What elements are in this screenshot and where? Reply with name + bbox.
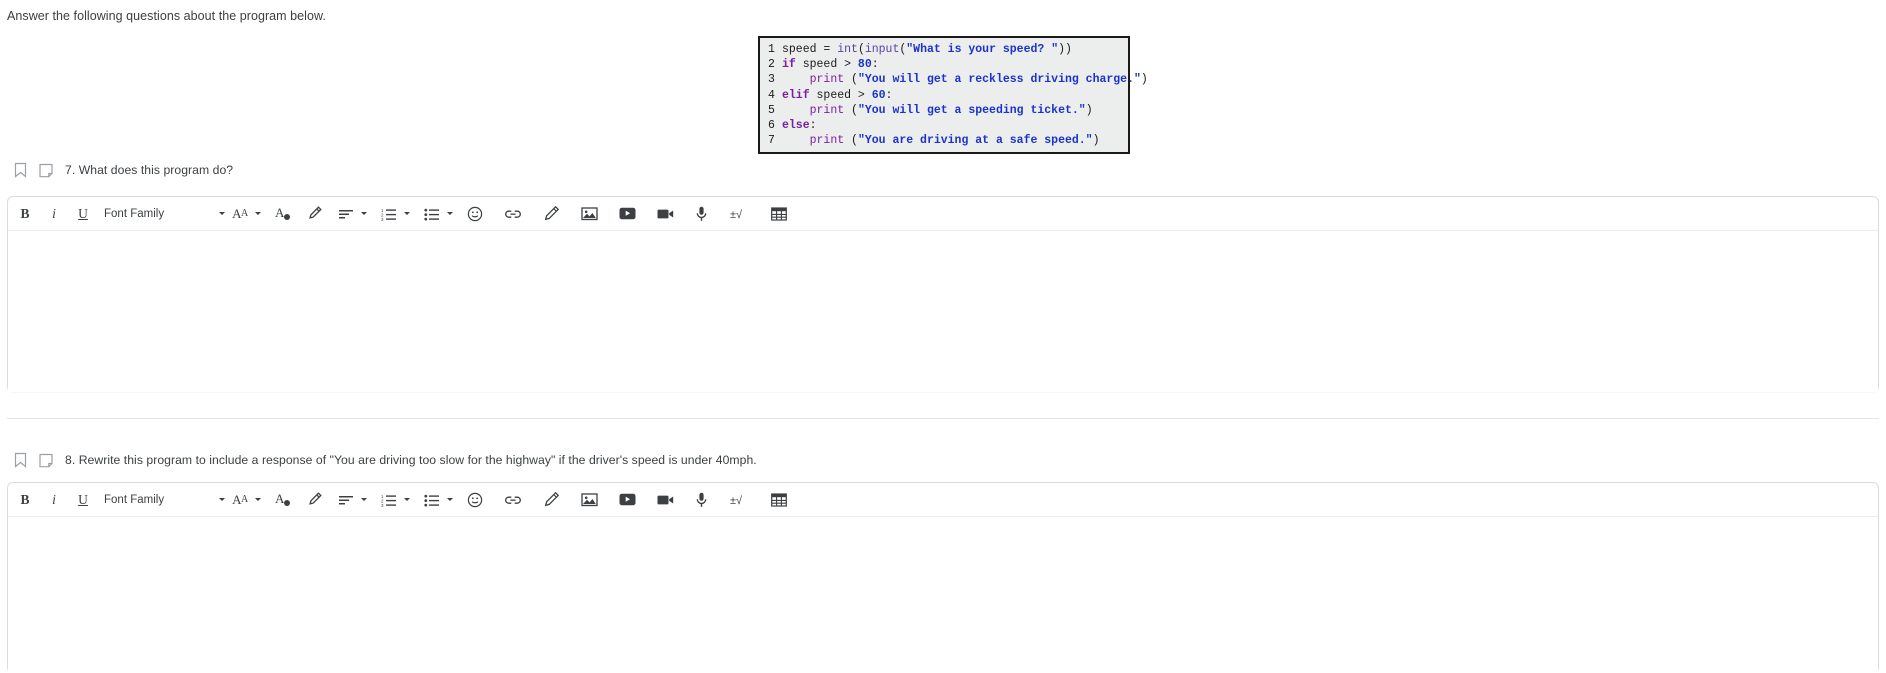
bulleted-list-icon[interactable] — [420, 201, 444, 227]
sticky-note-icon[interactable] — [33, 453, 59, 468]
numbered-list-caret-icon[interactable] — [401, 487, 413, 513]
bold-button[interactable]: B — [14, 201, 36, 227]
italic-button[interactable]: i — [43, 201, 65, 227]
table-icon[interactable] — [767, 201, 791, 227]
bulleted-list-caret-icon[interactable] — [444, 201, 456, 227]
bookmark-icon[interactable] — [7, 162, 33, 178]
font-family-select[interactable]: Font Family — [94, 487, 172, 513]
microphone-icon[interactable] — [691, 487, 713, 513]
bookmark-icon[interactable] — [7, 452, 33, 468]
emoji-icon[interactable] — [463, 487, 487, 513]
code-line-text: elif speed > 60: — [782, 88, 893, 102]
bulleted-list-icon[interactable] — [420, 487, 444, 513]
font-size-increase-caret-icon[interactable] — [252, 201, 264, 227]
numbered-list-icon[interactable]: 123 — [377, 487, 401, 513]
sticky-note-icon[interactable] — [33, 163, 59, 178]
youtube-icon[interactable] — [615, 487, 640, 513]
line-number: 4 — [768, 88, 775, 102]
answer-editor-q7[interactable]: B i U Font Family AA A 1 2 3 ±√ — [7, 196, 1879, 392]
align-icon[interactable] — [334, 201, 358, 227]
font-family-select[interactable]: Font Family — [94, 201, 172, 227]
line-number: 5 — [768, 103, 775, 117]
intro-text: Answer the following questions about the… — [7, 9, 326, 23]
code-line: 5 print ("You will get a speeding ticket… — [760, 103, 1128, 118]
math-equation-icon[interactable]: ±√ — [726, 201, 754, 227]
question-row-7: 7. What does this program do? — [7, 160, 233, 180]
code-line: 7 print ("You are driving at a safe spee… — [760, 133, 1128, 148]
highlight-color-icon[interactable] — [302, 201, 327, 227]
svg-text:±√: ±√ — [730, 209, 743, 221]
align-caret-icon[interactable] — [358, 201, 370, 227]
numbered-list-caret-icon[interactable] — [401, 201, 413, 227]
italic-button[interactable]: i — [43, 487, 65, 513]
code-line: 2 if speed > 80: — [760, 57, 1128, 72]
section-divider — [7, 418, 1879, 419]
code-block: 1 speed = int(input("What is your speed?… — [758, 36, 1148, 155]
question-text: 8. Rewrite this program to include a res… — [65, 453, 757, 467]
highlight-color-icon[interactable] — [302, 487, 327, 513]
line-number: 6 — [768, 119, 775, 133]
answer-editor-q8[interactable]: B i U Font Family AA A 1 2 3 ±√ — [7, 482, 1879, 673]
code-line: 4 elif speed > 60: — [760, 88, 1128, 103]
answer-canvas-q8[interactable] — [8, 517, 1878, 673]
microphone-icon[interactable] — [691, 201, 713, 227]
code-line: 3 print ("You will get a reckless drivin… — [760, 72, 1148, 87]
question-row-8: 8. Rewrite this program to include a res… — [7, 450, 757, 470]
code-line-text: speed = int(input("What is your speed? "… — [782, 43, 1072, 56]
numbered-list-icon[interactable]: 123 — [377, 201, 401, 227]
code-line-text: if speed > 80: — [782, 58, 879, 72]
editor-toolbar: B i U Font Family AA A 1 2 3 ±√ — [8, 483, 1878, 517]
emoji-icon[interactable] — [463, 201, 487, 227]
font-size-decrease-caret-icon[interactable] — [216, 201, 228, 227]
bold-button[interactable]: B — [14, 487, 36, 513]
editor-toolbar: B i U Font Family AA A 1 2 3 ±√ — [8, 197, 1878, 231]
font-size-increase-caret-icon[interactable] — [252, 487, 264, 513]
code-line-text: print ("You are driving at a safe speed.… — [809, 134, 1100, 148]
link-icon[interactable] — [500, 201, 526, 227]
link-icon[interactable] — [500, 487, 526, 513]
svg-text:A: A — [275, 205, 285, 220]
image-icon[interactable] — [577, 487, 602, 513]
svg-text:A: A — [275, 491, 285, 506]
image-icon[interactable] — [577, 201, 602, 227]
text-color-icon[interactable]: A — [271, 487, 295, 513]
page-root: Answer the following questions about the… — [0, 0, 1886, 673]
draw-icon[interactable] — [539, 201, 564, 227]
svg-text:±√: ±√ — [730, 495, 743, 507]
line-number: 1 — [768, 43, 775, 56]
svg-text:3: 3 — [381, 503, 384, 507]
video-camera-icon[interactable] — [653, 201, 678, 227]
font-size-button[interactable]: AA — [228, 201, 252, 227]
video-camera-icon[interactable] — [653, 487, 678, 513]
font-size-button[interactable]: AA — [228, 487, 252, 513]
align-caret-icon[interactable] — [358, 487, 370, 513]
svg-text:3: 3 — [381, 217, 384, 221]
code-line-text: print ("You will get a reckless driving … — [809, 73, 1148, 87]
answer-canvas-q7[interactable] — [8, 231, 1878, 392]
line-number: 3 — [768, 73, 775, 87]
align-icon[interactable] — [334, 487, 358, 513]
underline-button[interactable]: U — [72, 487, 94, 513]
code-line: 6 else: — [760, 118, 1128, 133]
code-line-text: else: — [782, 119, 817, 133]
line-number: 2 — [768, 58, 775, 72]
underline-button[interactable]: U — [72, 201, 94, 227]
code-line-text: print ("You will get a speeding ticket."… — [809, 103, 1093, 117]
bulleted-list-caret-icon[interactable] — [444, 487, 456, 513]
question-text: 7. What does this program do? — [65, 163, 234, 177]
draw-icon[interactable] — [539, 487, 564, 513]
line-number: 7 — [768, 134, 775, 148]
text-color-icon[interactable]: A — [271, 201, 295, 227]
math-equation-icon[interactable]: ±√ — [726, 487, 754, 513]
table-icon[interactable] — [767, 487, 791, 513]
youtube-icon[interactable] — [615, 201, 640, 227]
code-line: 1 speed = int(input("What is your speed?… — [760, 42, 1128, 57]
font-size-decrease-caret-icon[interactable] — [216, 487, 228, 513]
